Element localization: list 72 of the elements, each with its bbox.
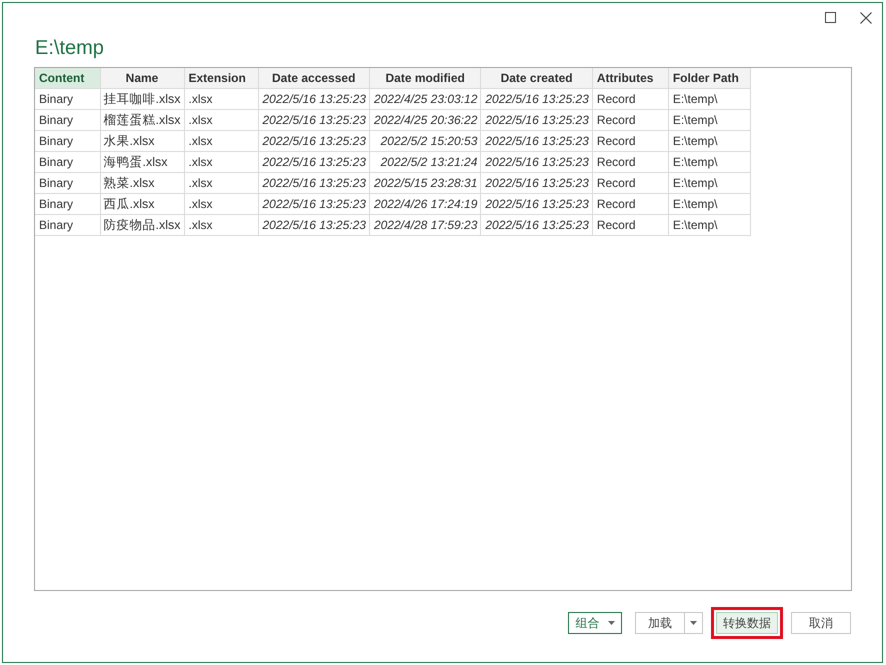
close-icon[interactable] xyxy=(860,12,872,24)
table-cell: 2022/5/16 13:25:23 xyxy=(480,194,592,214)
table-cell: 2022/5/2 15:20:53 xyxy=(369,130,481,152)
table-cell: Binary xyxy=(35,152,100,172)
table-cell: Binary xyxy=(35,172,100,194)
table-cell: 2022/5/16 13:25:23 xyxy=(480,214,592,236)
table-cell: 2022/4/25 20:36:22 xyxy=(369,110,481,130)
table-cell: 2022/5/16 13:25:23 xyxy=(480,88,592,110)
cancel-button[interactable]: 取消 xyxy=(791,612,851,634)
maximize-icon[interactable] xyxy=(825,12,836,23)
table-cell: Binary xyxy=(35,110,100,130)
caret-icon xyxy=(608,621,614,625)
table-cell: .xlsx xyxy=(184,214,258,236)
table-cell: 2022/5/16 13:25:23 xyxy=(480,130,592,152)
table-cell: 2022/5/16 13:25:23 xyxy=(480,110,592,130)
table-cell: .xlsx xyxy=(184,88,258,110)
table-cell: 海鸭蛋.xlsx xyxy=(100,152,184,172)
table-cell: 2022/4/25 23:03:12 xyxy=(369,88,481,110)
table-cell: .xlsx xyxy=(184,172,258,194)
table-cell: 2022/5/2 13:21:24 xyxy=(369,152,481,172)
table-cell: Record xyxy=(592,152,668,172)
column-header[interactable]: Date created xyxy=(480,68,592,88)
dropdown-button[interactable]: 组合 xyxy=(568,612,622,634)
transform-button[interactable]: 转换数据 xyxy=(716,612,778,634)
table-cell: E:\temp\ xyxy=(668,194,750,214)
table-cell: 2022/5/16 13:25:23 xyxy=(258,152,370,172)
table-cell: 2022/5/16 13:25:23 xyxy=(258,214,370,236)
table-cell: E:\temp\ xyxy=(668,110,750,130)
table-cell: E:\temp\ xyxy=(668,172,750,194)
table-cell: .xlsx xyxy=(184,152,258,172)
table-cell: 防疫物品.xlsx xyxy=(100,214,184,236)
table-cell: .xlsx xyxy=(184,194,258,214)
column-header[interactable]: Extension xyxy=(184,68,258,88)
table-cell: 2022/5/16 13:25:23 xyxy=(258,130,370,152)
table-cell: 2022/5/16 13:25:23 xyxy=(480,152,592,172)
column-header[interactable]: Attributes xyxy=(592,68,668,88)
column-header[interactable]: Date modified xyxy=(369,68,481,88)
table-cell: 2022/5/16 13:25:23 xyxy=(258,172,370,194)
table-cell: 西瓜.xlsx xyxy=(100,194,184,214)
table-cell: 2022/4/28 17:59:23 xyxy=(369,214,481,236)
table-cell: 2022/5/16 13:25:23 xyxy=(480,172,592,194)
table-cell: 2022/4/26 17:24:19 xyxy=(369,194,481,214)
table-cell: 2022/5/16 13:25:23 xyxy=(258,88,370,110)
table-cell: Record xyxy=(592,110,668,130)
table-cell: Binary xyxy=(35,214,100,236)
table-cell: 2022/5/15 23:28:31 xyxy=(369,172,481,194)
table-cell: 熟菜.xlsx xyxy=(100,172,184,194)
table-cell: Record xyxy=(592,172,668,194)
table-cell: Binary xyxy=(35,88,100,110)
table-cell: Binary xyxy=(35,194,100,214)
table-cell: Record xyxy=(592,214,668,236)
table-cell: E:\temp\ xyxy=(668,152,750,172)
caret-icon xyxy=(690,621,697,625)
table-cell: Record xyxy=(592,194,668,214)
column-header[interactable]: Date accessed xyxy=(258,68,370,88)
table-cell: E:\temp\ xyxy=(668,88,750,110)
table-cell: E:\temp\ xyxy=(668,214,750,236)
table-cell: .xlsx xyxy=(184,110,258,130)
dialog-title: E:\temp xyxy=(35,37,105,60)
table-cell: Record xyxy=(592,130,668,152)
table-cell: .xlsx xyxy=(184,130,258,152)
table-cell: Record xyxy=(592,88,668,110)
table-cell: 榴莲蛋糕.xlsx xyxy=(100,110,184,130)
table-cell: 水果.xlsx xyxy=(100,130,184,152)
table-cell: E:\temp\ xyxy=(668,130,750,152)
table-cell: Binary xyxy=(35,130,100,152)
column-header[interactable]: Folder Path xyxy=(668,68,750,88)
table-cell: 挂耳咖啡.xlsx xyxy=(100,88,184,110)
column-header[interactable]: Name xyxy=(100,68,184,88)
table-cell: 2022/5/16 13:25:23 xyxy=(258,110,370,130)
table-cell: 2022/5/16 13:25:23 xyxy=(258,194,370,214)
column-header[interactable]: Content xyxy=(35,68,100,88)
